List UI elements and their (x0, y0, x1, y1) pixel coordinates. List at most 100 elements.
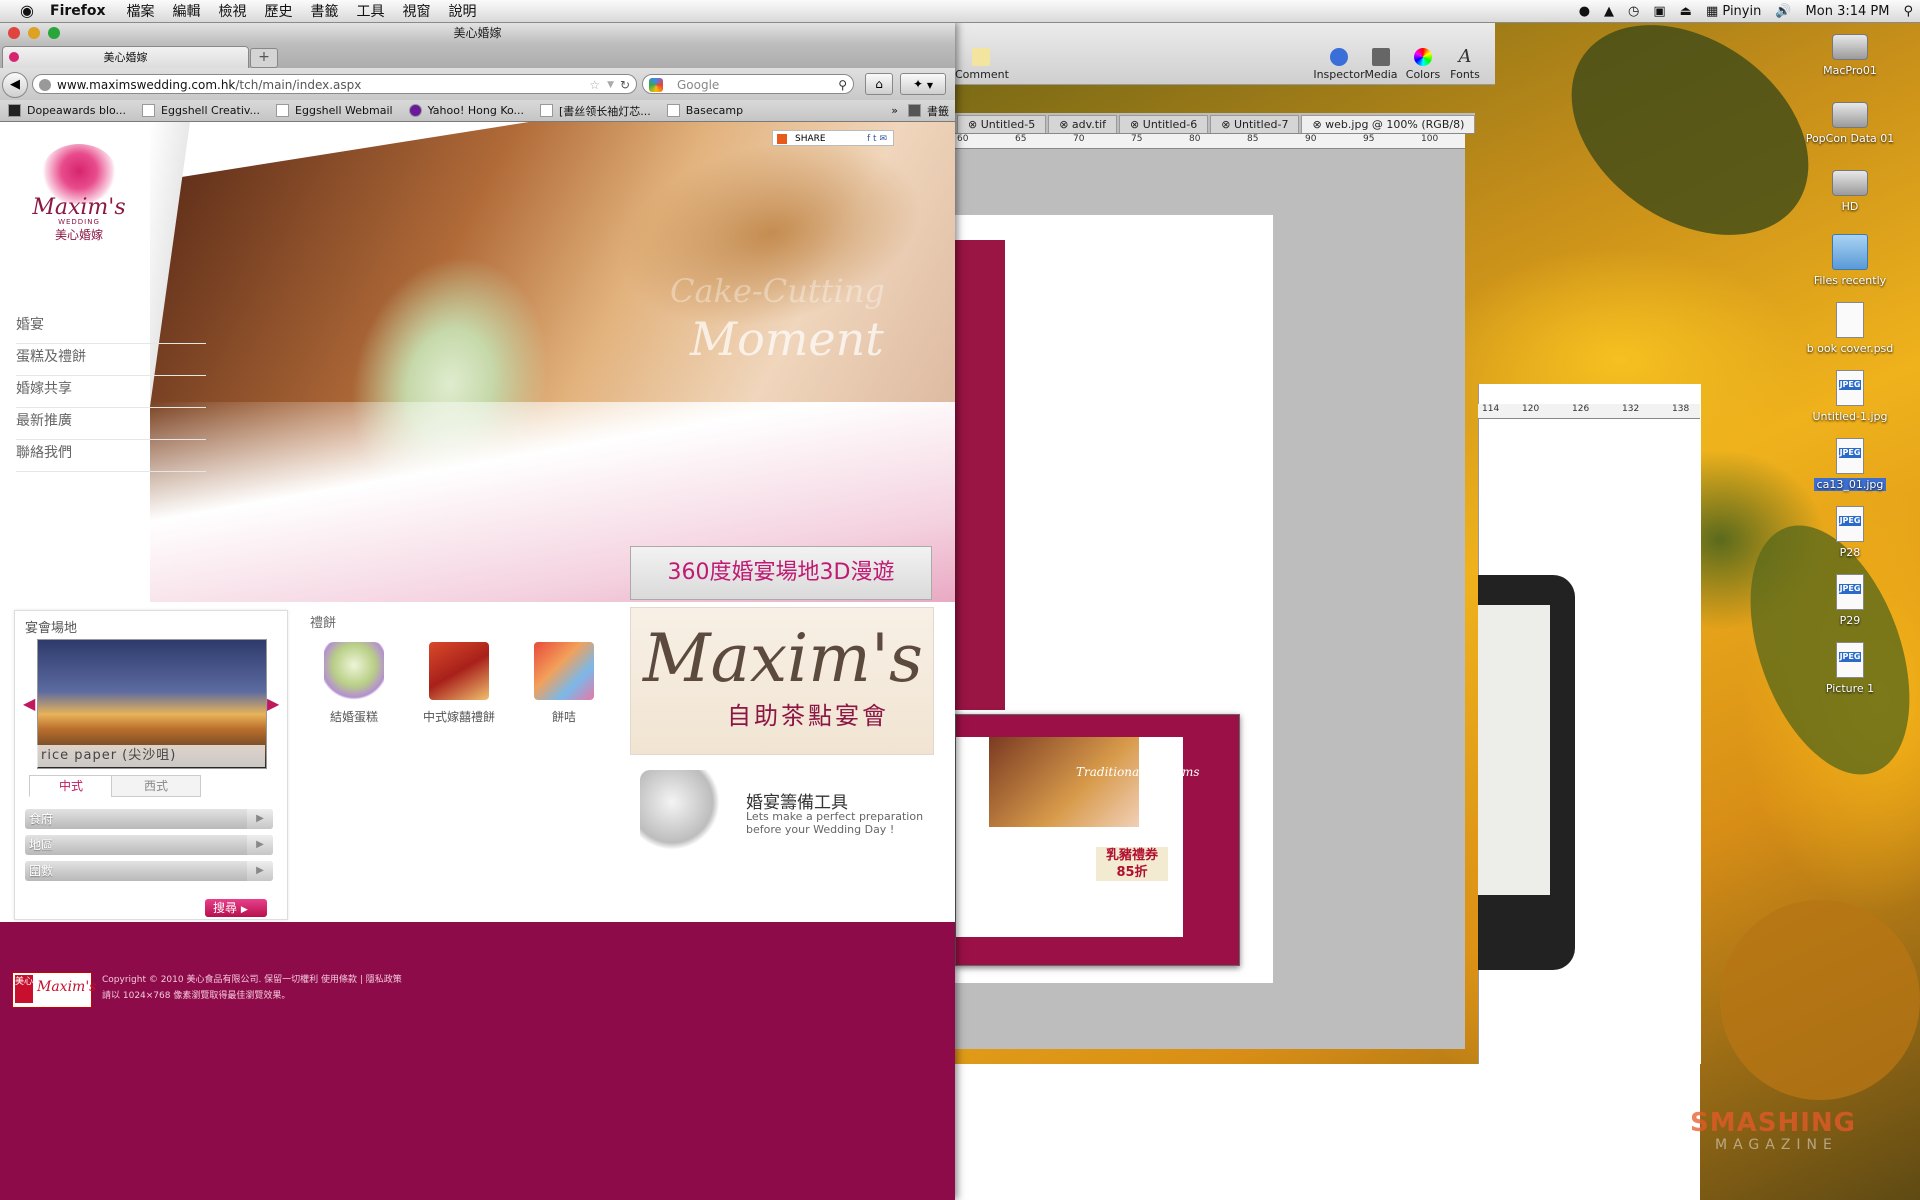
volume-icon[interactable]: 🔊 (1768, 4, 1798, 19)
menu-edit[interactable]: 編輯 (164, 1, 210, 21)
url-bar[interactable]: www.maximswedding.com.hk/tch/main/index.… (32, 74, 637, 94)
search-box[interactable]: Google ⚲ (642, 74, 854, 94)
eject-icon[interactable]: ⏏ (1673, 4, 1699, 19)
desktop-icon-book-cover[interactable]: b ook cover.psd (1795, 302, 1905, 355)
tab-bar: 美心婚嫁 + (0, 44, 955, 69)
comment-label: Comment (955, 68, 1009, 81)
growl-icon[interactable]: ● (1572, 4, 1597, 19)
next-arrow-icon[interactable]: ▶ (267, 695, 279, 713)
fonts-button[interactable]: A Fonts (1439, 48, 1491, 82)
desktop-icon-p28[interactable]: JPEG P28 (1795, 506, 1905, 559)
apple-icon[interactable]: ◉ (18, 2, 36, 20)
bookmark-star-icon[interactable]: ☆ (589, 75, 600, 95)
desktop-icon-picture-1[interactable]: JPEG Picture 1 (1795, 642, 1905, 695)
close-window-button[interactable] (8, 27, 20, 39)
desktop-icon-macpro01[interactable]: MacPro01 (1795, 28, 1905, 77)
gift-bridal-cakes[interactable]: 中式嫁囍禮餅 (414, 642, 504, 725)
comment-button[interactable]: Comment (955, 48, 1009, 81)
url-history-dropdown-icon[interactable]: ▼ (607, 75, 614, 95)
tab-chinese[interactable]: 中式 (29, 775, 113, 797)
menu-help[interactable]: 說明 (440, 1, 486, 21)
browser-tab[interactable]: 美心婚嫁 (2, 46, 249, 69)
bookmark-item[interactable]: Dopeawards blo... (8, 104, 126, 117)
bookmarks-menu-button[interactable]: » 書籤 (891, 103, 949, 119)
doc-tab-label: Untitled-6 (1142, 118, 1198, 131)
voucher-cards-image (534, 642, 594, 700)
jpeg-file-icon: JPEG (1836, 370, 1864, 406)
menubar-clock[interactable]: Mon 3:14 PM (1799, 4, 1897, 19)
share-button[interactable]: SHARE f t ✉ (772, 130, 894, 146)
venue-caption: rice paper (尖沙咀) (37, 745, 265, 767)
window-titlebar[interactable]: 美心婚嫁 (0, 22, 955, 44)
spy-icon[interactable]: ▲ (1597, 4, 1621, 19)
venue-search-button[interactable]: 搜尋 ▶ (205, 899, 267, 917)
reload-icon[interactable]: ↻ (620, 75, 630, 95)
bookmark-item[interactable]: [書丝领长袖灯芯... (540, 103, 651, 119)
back-button[interactable]: ◀ (2, 72, 28, 98)
gift-wedding-cake[interactable]: 結婚蛋糕 (309, 642, 399, 725)
extension-button[interactable]: ✦ ▼ (900, 73, 946, 95)
bookmark-label: Dopeawards blo... (27, 104, 127, 117)
restaurant-select[interactable]: 食府 ▶ (25, 809, 273, 829)
venue-title: 宴會場地 (25, 621, 78, 636)
desktop-icon-ca13[interactable]: JPEG ca13_01.jpg (1795, 438, 1905, 491)
display-icon[interactable]: ▣ (1646, 4, 1672, 19)
chevron-down-icon: ▼ (926, 81, 934, 90)
site-logo[interactable]: Maxim's WEDDING 美心婚嫁 (24, 144, 134, 254)
menu-bookmarks[interactable]: 書籤 (302, 1, 348, 21)
gift-vouchers[interactable]: 餅咭 (519, 642, 609, 725)
app-menu[interactable]: Firefox (46, 3, 118, 19)
zoom-window-button[interactable] (48, 27, 60, 39)
minimize-window-button[interactable] (28, 27, 40, 39)
bookmark-item[interactable]: Basecamp (666, 104, 743, 117)
color-wheel-icon (1414, 48, 1432, 66)
wallpaper-leaf (1720, 900, 1920, 1100)
bookmark-item[interactable]: Yahoo! Hong Ko... (408, 104, 524, 117)
prev-arrow-icon[interactable]: ◀ (23, 695, 35, 713)
home-button[interactable]: ⌂ (865, 73, 893, 95)
nav-contact[interactable]: 聯絡我們 (16, 440, 206, 472)
time-machine-icon[interactable]: ◷ (1621, 4, 1646, 19)
input-method-menu[interactable]: ▦ Pinyin (1699, 4, 1768, 19)
gifts-title: 禮餅 (310, 616, 337, 631)
nav-banquet[interactable]: 婚宴 (16, 312, 206, 344)
play-arrow-icon: ▶ (240, 905, 248, 915)
nav-cakes[interactable]: 蛋糕及禮餅 (16, 344, 206, 376)
menu-tools[interactable]: 工具 (348, 1, 394, 21)
menu-file[interactable]: 檔案 (118, 1, 164, 21)
doc-tab[interactable]: ⊗ Untitled-7 (1210, 115, 1300, 133)
footer-logo[interactable]: 美心 Maxim's (12, 972, 96, 1008)
menu-window[interactable]: 視窗 (394, 1, 440, 21)
desktop-icon-popcon[interactable]: PopCon Data 01 (1795, 96, 1905, 145)
desktop-icon-p29[interactable]: JPEG P29 (1795, 574, 1905, 627)
desktop-icon-hd[interactable]: HD (1795, 164, 1905, 213)
doc-tab[interactable]: ⊗ Untitled-5 (957, 115, 1047, 133)
doc-tab-label: adv.tif (1071, 118, 1107, 131)
desktop-icon-untitled-1[interactable]: JPEG Untitled-1.jpg (1795, 370, 1905, 423)
desktop-icon-files-recently[interactable]: Files recently (1795, 234, 1905, 287)
bookmark-item[interactable]: Eggshell Creativ... (142, 104, 260, 117)
ruler-mark: 100 (1421, 134, 1439, 144)
spotlight-search-icon[interactable]: ⚲ (1896, 4, 1920, 19)
menu-view[interactable]: 檢視 (210, 1, 256, 21)
magnifier-icon[interactable]: ⚲ (838, 75, 847, 95)
desktop-icon-label: PopCon Data 01 (1805, 132, 1895, 145)
tables-select[interactable]: 圍數 ▶ (25, 861, 273, 881)
district-select[interactable]: 地區 ▶ (25, 835, 273, 855)
virtual-tour-button[interactable]: 360度婚宴場地3D漫遊 (630, 546, 932, 600)
doc-tab[interactable]: ⊗ adv.tif (1048, 115, 1118, 133)
bookmark-item[interactable]: Eggshell Webmail (276, 104, 393, 117)
nav-promotions[interactable]: 最新推廣 (16, 408, 206, 440)
planning-tools-link[interactable]: 婚宴籌備工具 Lets make a perfect preparation be… (640, 770, 940, 860)
menubar-status-area: ● ▲ ◷ ▣ ⏏ ▦ Pinyin 🔊 Mon 3:14 PM ⚲ (1572, 0, 1920, 22)
new-tab-button[interactable]: + (250, 48, 278, 68)
back-arrow-icon: ◀ (10, 77, 20, 92)
jpeg-file-icon: JPEG (1836, 506, 1864, 542)
doc-tab-active[interactable]: ⊗ web.jpg @ 100% (RGB/8) (1301, 115, 1476, 133)
tab-western[interactable]: 西式 (111, 775, 201, 797)
doc-tab[interactable]: ⊗ Untitled-6 (1119, 115, 1209, 133)
nav-sharing[interactable]: 婚嫁共享 (16, 376, 206, 408)
tea-buffet-promo-banner[interactable]: Maxim's 自助茶點宴會 (630, 607, 934, 755)
chevron-double-right-icon: » (891, 104, 898, 117)
menu-history[interactable]: 歷史 (256, 1, 302, 21)
